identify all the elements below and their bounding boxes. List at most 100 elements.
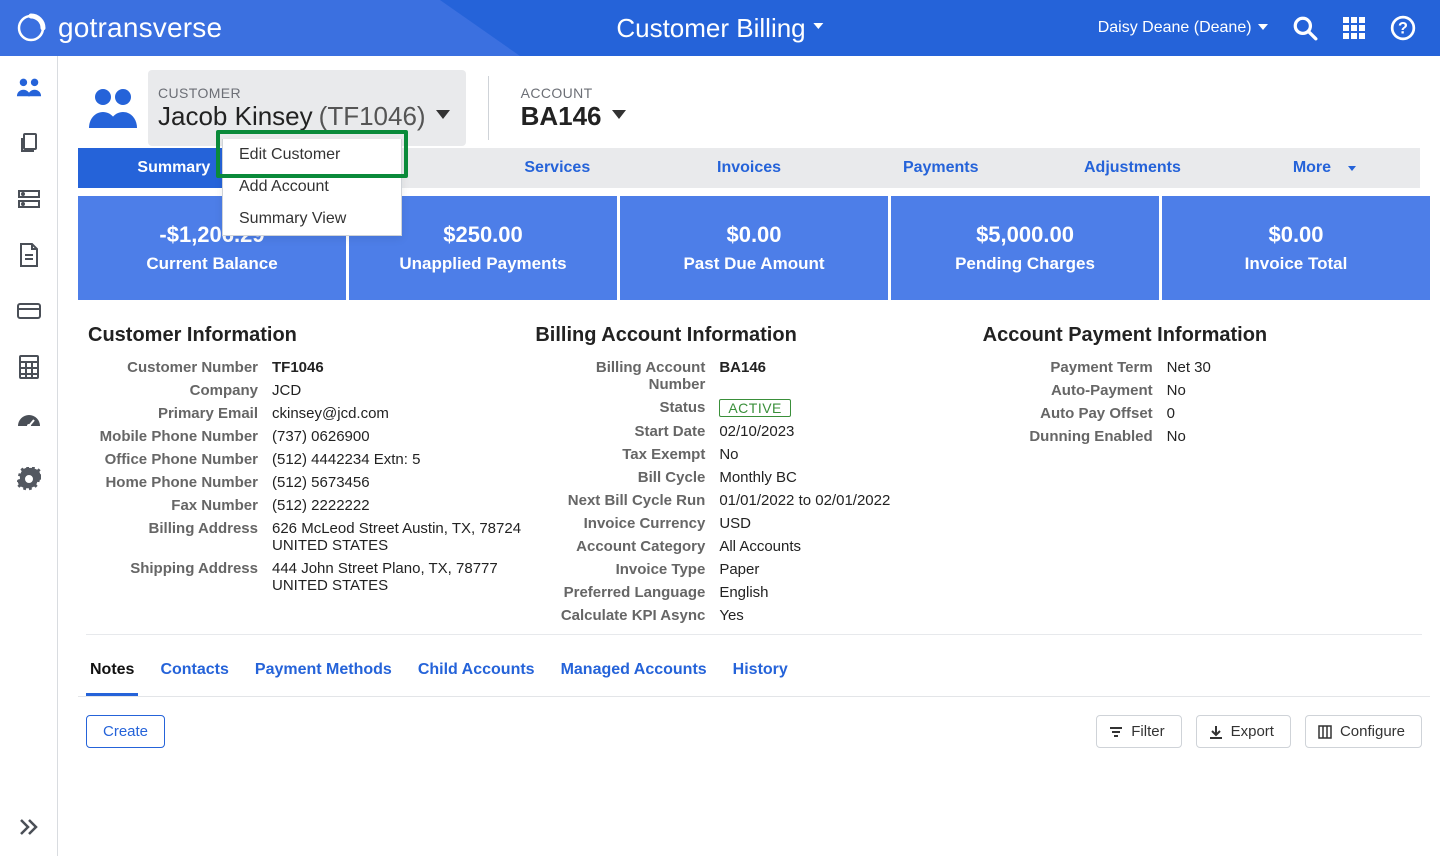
sidebar-customers-icon[interactable] xyxy=(16,74,42,100)
dropdown-item-add-account[interactable]: Add Account xyxy=(223,171,401,203)
filter-button[interactable]: Filter xyxy=(1096,715,1181,748)
field-label: Company xyxy=(88,382,258,399)
tab-label: Services xyxy=(524,159,590,177)
summary-card: $0.00 Invoice Total xyxy=(1162,196,1430,300)
summary-label: Unapplied Payments xyxy=(399,254,566,274)
subtab-toolbar: Create Filter Export Configure xyxy=(78,697,1430,776)
topbar: gotransverse Customer Billing Daisy Dean… xyxy=(0,0,1440,56)
field-label: Status xyxy=(535,399,705,417)
tab-label: Adjustments xyxy=(1084,159,1181,177)
button-label: Configure xyxy=(1340,723,1405,740)
field-value: 626 McLeod Street Austin, TX, 78724 UNIT… xyxy=(272,520,525,554)
field-label: Next Bill Cycle Run xyxy=(535,492,705,509)
field-label: Billing Address xyxy=(88,520,258,554)
subtab-payment-methods[interactable]: Payment Methods xyxy=(251,651,396,696)
content-scroll[interactable]: -$1,206.29 Current Balance $250.00 Unapp… xyxy=(78,194,1436,856)
tab-services[interactable]: Services xyxy=(461,148,653,188)
summary-label: Pending Charges xyxy=(955,254,1095,274)
summary-amount: $0.00 xyxy=(1268,222,1323,248)
field-value: No xyxy=(719,446,972,463)
subtab-history[interactable]: History xyxy=(729,651,792,696)
field-label: Account Category xyxy=(535,538,705,555)
subtabs: Notes Contacts Payment Methods Child Acc… xyxy=(78,651,1430,697)
tab-adjustments[interactable]: Adjustments xyxy=(1037,148,1229,188)
dropdown-item-summary-view[interactable]: Summary View xyxy=(223,203,401,235)
sidebar-dashboard-icon[interactable] xyxy=(16,410,42,436)
module-name: Customer Billing xyxy=(616,13,805,44)
divider xyxy=(86,634,1422,635)
export-button[interactable]: Export xyxy=(1196,715,1291,748)
chevron-down-icon xyxy=(814,23,824,29)
field-label: Calculate KPI Async xyxy=(535,607,705,624)
brand-area: gotransverse xyxy=(0,12,222,44)
tab-more[interactable]: More xyxy=(1228,148,1420,188)
configure-button[interactable]: Configure xyxy=(1305,715,1422,748)
sidebar-copy-icon[interactable] xyxy=(16,130,42,156)
field-label: Invoice Type xyxy=(535,561,705,578)
field-value: Paper xyxy=(719,561,972,578)
create-button[interactable]: Create xyxy=(86,715,165,748)
customer-dropdown: Edit Customer Add Account Summary View xyxy=(222,139,402,236)
customer-info-grid: Customer NumberTF1046CompanyJCDPrimary E… xyxy=(88,359,525,594)
help-icon[interactable]: ? xyxy=(1390,15,1416,41)
account-label: ACCOUNT xyxy=(521,85,626,101)
field-label: Invoice Currency xyxy=(535,515,705,532)
field-label: Office Phone Number xyxy=(88,451,258,468)
field-value: (512) 4442234 Extn: 5 xyxy=(272,451,525,468)
entity-header: CUSTOMER Jacob Kinsey (TF1046) ACCOUNT B… xyxy=(78,70,1420,146)
customer-code: (TF1046) xyxy=(319,101,426,132)
field-value: ACTIVE xyxy=(719,399,972,417)
svg-text:?: ? xyxy=(1398,19,1408,37)
subtab-contacts[interactable]: Contacts xyxy=(156,651,232,696)
field-value: JCD xyxy=(272,382,525,399)
sidebar-server-icon[interactable] xyxy=(16,186,42,212)
sidebar xyxy=(0,56,58,856)
sidebar-card-icon[interactable] xyxy=(16,298,42,324)
topbar-right: Daisy Deane (Deane) ? xyxy=(1098,15,1440,41)
tab-payments[interactable]: Payments xyxy=(845,148,1037,188)
user-menu[interactable]: Daisy Deane (Deane) xyxy=(1098,19,1268,37)
summary-card: $0.00 Past Due Amount xyxy=(620,196,888,300)
field-value: (512) 5673456 xyxy=(272,474,525,491)
section-title: Account Payment Information xyxy=(983,324,1420,347)
module-switcher[interactable]: Customer Billing xyxy=(616,13,823,44)
field-value: All Accounts xyxy=(719,538,972,555)
field-label: Dunning Enabled xyxy=(983,428,1153,445)
brand-logo-icon xyxy=(16,13,46,43)
subtab-managed-accounts[interactable]: Managed Accounts xyxy=(557,651,711,696)
summary-card: $5,000.00 Pending Charges xyxy=(891,196,1159,300)
sidebar-document-icon[interactable] xyxy=(16,242,42,268)
customer-name: Jacob Kinsey xyxy=(158,101,313,132)
apps-grid-icon[interactable] xyxy=(1342,16,1366,40)
customer-header-icon xyxy=(78,70,148,146)
field-value: (512) 2222222 xyxy=(272,497,525,514)
field-value: BA146 xyxy=(719,359,972,393)
subtab-notes[interactable]: Notes xyxy=(86,651,138,696)
chevron-down-icon xyxy=(436,110,450,119)
info-region: Customer Information Customer NumberTF10… xyxy=(78,300,1430,634)
field-value: (737) 0626900 xyxy=(272,428,525,445)
section-title: Billing Account Information xyxy=(535,324,972,347)
subtab-child-accounts[interactable]: Child Accounts xyxy=(414,651,539,696)
sidebar-settings-icon[interactable] xyxy=(16,466,42,492)
payment-info-column: Account Payment Information Payment Term… xyxy=(983,324,1420,624)
search-icon[interactable] xyxy=(1292,15,1318,41)
field-value: 02/10/2023 xyxy=(719,423,972,440)
chevron-down-icon xyxy=(612,110,626,119)
sidebar-expand-icon[interactable] xyxy=(16,814,42,840)
summary-amount: $250.00 xyxy=(443,222,523,248)
account-switcher[interactable]: ACCOUNT BA146 xyxy=(511,70,642,146)
field-label: Mobile Phone Number xyxy=(88,428,258,445)
chevron-down-icon xyxy=(1348,166,1356,171)
tab-label: Summary xyxy=(137,159,210,177)
field-label: Payment Term xyxy=(983,359,1153,376)
download-icon xyxy=(1209,725,1223,739)
tab-invoices[interactable]: Invoices xyxy=(653,148,845,188)
button-label: Export xyxy=(1231,723,1274,740)
customer-info-column: Customer Information Customer NumberTF10… xyxy=(88,324,525,624)
field-label: Primary Email xyxy=(88,405,258,422)
field-value: ckinsey@jcd.com xyxy=(272,405,525,422)
customer-switcher[interactable]: CUSTOMER Jacob Kinsey (TF1046) xyxy=(148,70,466,146)
dropdown-item-edit-customer[interactable]: Edit Customer xyxy=(223,139,401,171)
sidebar-calculator-icon[interactable] xyxy=(16,354,42,380)
